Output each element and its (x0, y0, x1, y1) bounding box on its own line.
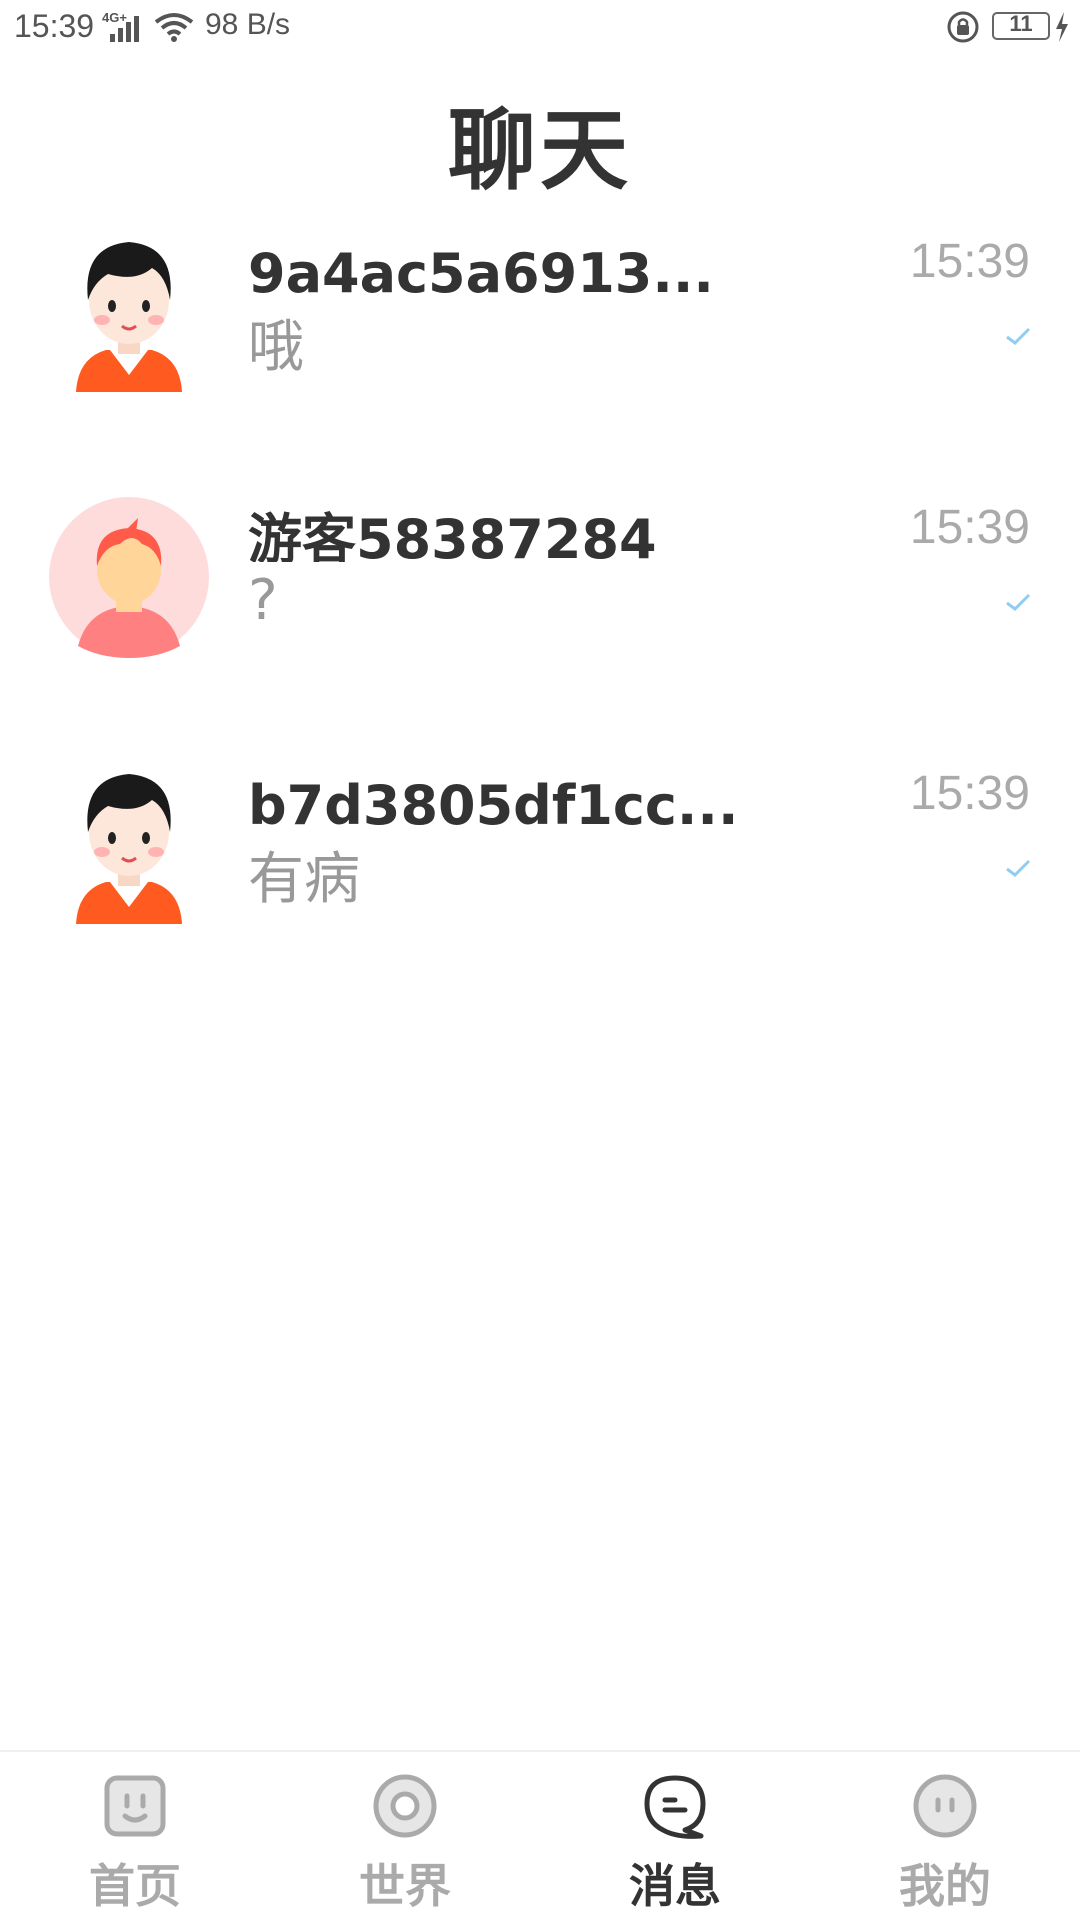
wifi-icon (154, 13, 194, 42)
charging-icon (1056, 12, 1068, 42)
read-check-icon (1006, 859, 1031, 877)
chat-last-message: 有病 (248, 847, 360, 912)
status-time: 15:39 (14, 8, 95, 44)
chat-time: 15:39 (909, 501, 1030, 554)
chat-screen: 15:39 4G+ 98 B/s 11 聊天 9a4ac5a6913... 哦 … (0, 0, 1080, 1920)
nav-tab-home[interactable]: 首页 (0, 1752, 270, 1920)
battery-level: 11 (1009, 11, 1033, 36)
chat-last-message: 哦 (248, 315, 304, 380)
page-title: 聊天 (447, 99, 632, 202)
chat-name: 游客58387284 (248, 508, 657, 562)
chat-item[interactable]: 9a4ac5a6913... 哦 15:39 (0, 210, 1080, 430)
bottom-nav: 首页 世界 消息 我的 (0, 1750, 1080, 1920)
nav-tab-messages[interactable]: 消息 (540, 1752, 810, 1920)
read-check-icon (1006, 593, 1031, 611)
battery-icon: 11 (992, 11, 1050, 40)
home-face-icon (104, 1775, 166, 1837)
read-check-icon (1006, 327, 1031, 345)
boy-avatar-icon (76, 774, 182, 924)
message-bubble-icon (644, 1775, 706, 1839)
cell-signal-icon: 4G+ (102, 10, 142, 42)
boy-avatar-icon (76, 242, 182, 392)
chat-last-message: ? (248, 568, 278, 633)
status-bar: 15:39 4G+ 98 B/s 11 (0, 0, 1080, 56)
chat-time: 15:39 (909, 767, 1030, 820)
network-speed: 98 B/s (205, 8, 291, 41)
chat-time: 15:39 (909, 235, 1030, 288)
chat-name: b7d3805df1cc... (248, 774, 739, 828)
nav-label: 首页 (89, 1859, 181, 1913)
nav-label: 世界 (359, 1859, 451, 1913)
rotation-lock-icon (947, 11, 979, 43)
guest-avatar-icon (49, 497, 209, 658)
nav-label: 我的 (899, 1859, 991, 1913)
nav-label: 消息 (629, 1859, 721, 1913)
nav-tab-world[interactable]: 世界 (270, 1752, 540, 1920)
world-circle-icon (373, 1774, 437, 1838)
chat-item[interactable]: b7d3805df1cc... 有病 15:39 (0, 742, 1080, 962)
chat-item[interactable]: 游客58387284 ? 15:39 (0, 476, 1080, 696)
chat-name: 9a4ac5a6913... (248, 242, 714, 296)
nav-tab-profile[interactable]: 我的 (810, 1752, 1080, 1920)
profile-face-icon (913, 1774, 977, 1838)
